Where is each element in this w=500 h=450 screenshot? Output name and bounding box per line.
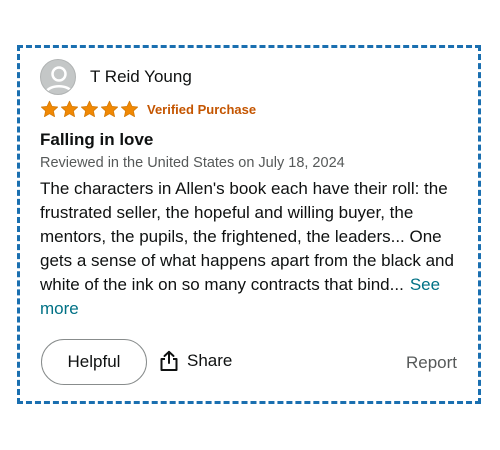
share-icon — [160, 350, 178, 371]
star-icon — [60, 100, 79, 118]
rating-row: Verified Purchase — [40, 100, 256, 119]
star-rating — [40, 100, 139, 119]
star-icon — [100, 100, 119, 118]
star-icon — [80, 100, 99, 118]
review-frame: T Reid Young Verified Purchase Falling i… — [17, 45, 481, 404]
review-body: The characters in Allen's book each have… — [40, 177, 465, 321]
share-label: Share — [187, 351, 233, 370]
helpful-button[interactable]: Helpful — [41, 339, 147, 385]
user-silhouette-icon — [44, 66, 74, 94]
review-date: Reviewed in the United States on July 18… — [40, 155, 345, 171]
share-button[interactable]: Share — [158, 350, 232, 372]
star-icon — [40, 100, 59, 118]
verified-purchase-badge: Verified Purchase — [147, 102, 257, 117]
review-header: T Reid Young — [40, 59, 192, 95]
star-icon — [120, 100, 139, 118]
avatar — [40, 59, 76, 95]
report-link[interactable]: Report — [406, 353, 457, 373]
review-text: The characters in Allen's book each have… — [40, 179, 454, 294]
review-card: T Reid Young Verified Purchase Falling i… — [20, 48, 478, 401]
reviewer-name[interactable]: T Reid Young — [90, 67, 192, 87]
review-title: Falling in love — [40, 130, 154, 149]
